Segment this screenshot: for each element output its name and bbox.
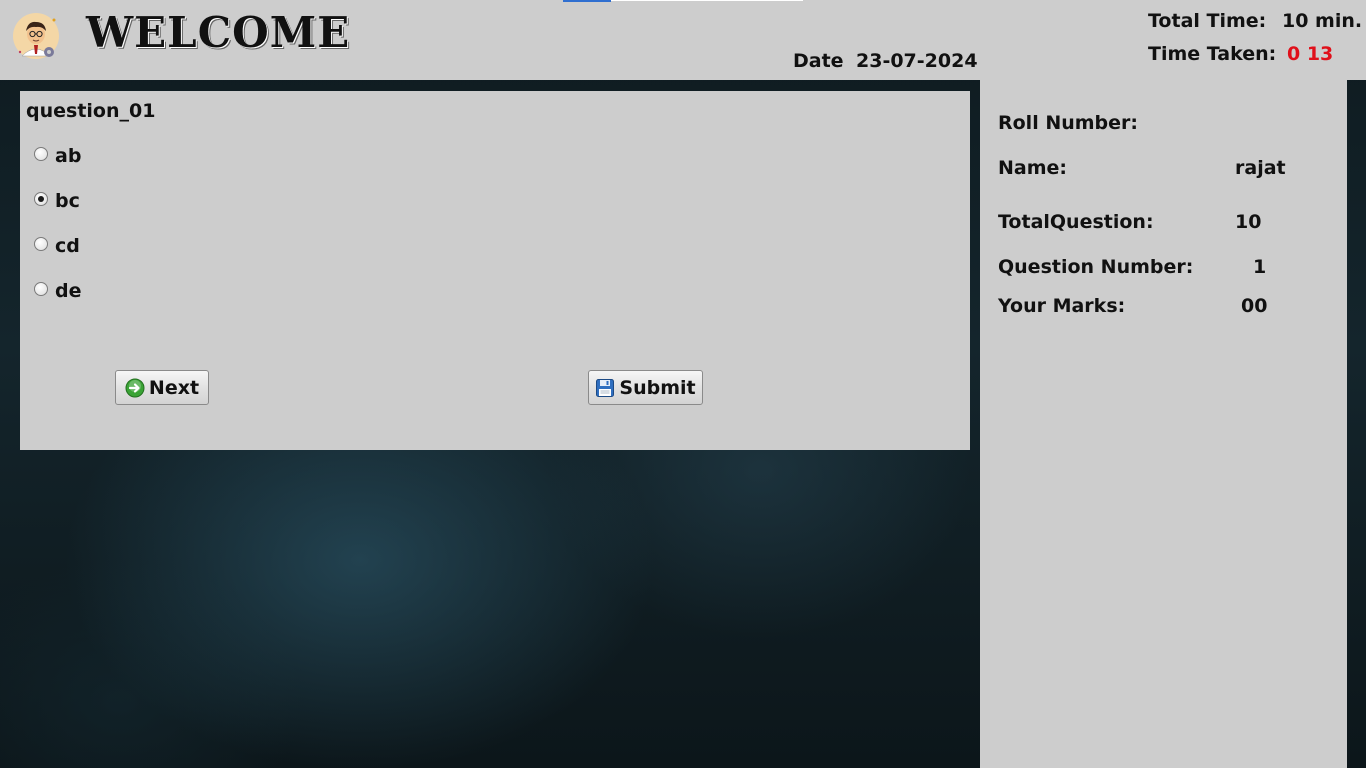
option-de[interactable]: de <box>34 279 82 303</box>
save-disk-icon <box>596 378 615 397</box>
next-button[interactable]: Next <box>115 370 209 405</box>
info-panel: Roll Number: Name: rajat TotalQuestion: … <box>980 80 1347 768</box>
time-taken-value: 0 13 <box>1287 43 1334 65</box>
date-value: 23-07-2024 <box>856 50 978 72</box>
total-question-value: 10 <box>1235 211 1262 233</box>
next-arrow-icon <box>125 378 145 397</box>
question-number-value: 1 <box>1253 256 1267 278</box>
option-radio[interactable] <box>34 147 48 161</box>
option-label: bc <box>55 190 80 212</box>
option-radio[interactable] <box>34 282 48 296</box>
date-label: Date <box>793 50 844 72</box>
avatar-icon <box>13 13 59 59</box>
top-accent-line <box>611 0 803 1</box>
option-radio[interactable] <box>34 192 48 206</box>
question-panel: question_01 ab bc cd de Next Submit <box>20 91 970 450</box>
option-ab[interactable]: ab <box>34 144 81 168</box>
total-time-label: Total Time: <box>1148 10 1267 32</box>
option-radio[interactable] <box>34 237 48 251</box>
submit-label: Submit <box>619 376 696 399</box>
your-marks-label: Your Marks: <box>998 295 1126 317</box>
option-label: de <box>55 280 82 302</box>
option-label: cd <box>55 235 80 257</box>
name-value: rajat <box>1235 157 1286 179</box>
submit-button[interactable]: Submit <box>588 370 703 405</box>
name-label: Name: <box>998 157 1068 179</box>
question-number-label: Question Number: <box>998 256 1194 278</box>
time-taken-label: Time Taken: <box>1148 43 1277 65</box>
roll-number-label: Roll Number: <box>998 112 1139 134</box>
top-accent-bar <box>563 0 611 2</box>
page-title: WELCOME <box>86 8 351 57</box>
total-time-value: 10 min. <box>1282 10 1363 32</box>
next-label: Next <box>148 376 200 399</box>
total-question-label: TotalQuestion: <box>998 211 1154 233</box>
header-bar: WELCOME Date 23-07-2024 Total Time: 10 m… <box>0 0 1366 80</box>
your-marks-value: 00 <box>1241 295 1268 317</box>
question-title: question_01 <box>26 100 156 122</box>
option-cd[interactable]: cd <box>34 234 80 258</box>
option-label: ab <box>55 145 82 167</box>
option-bc[interactable]: bc <box>34 189 80 213</box>
